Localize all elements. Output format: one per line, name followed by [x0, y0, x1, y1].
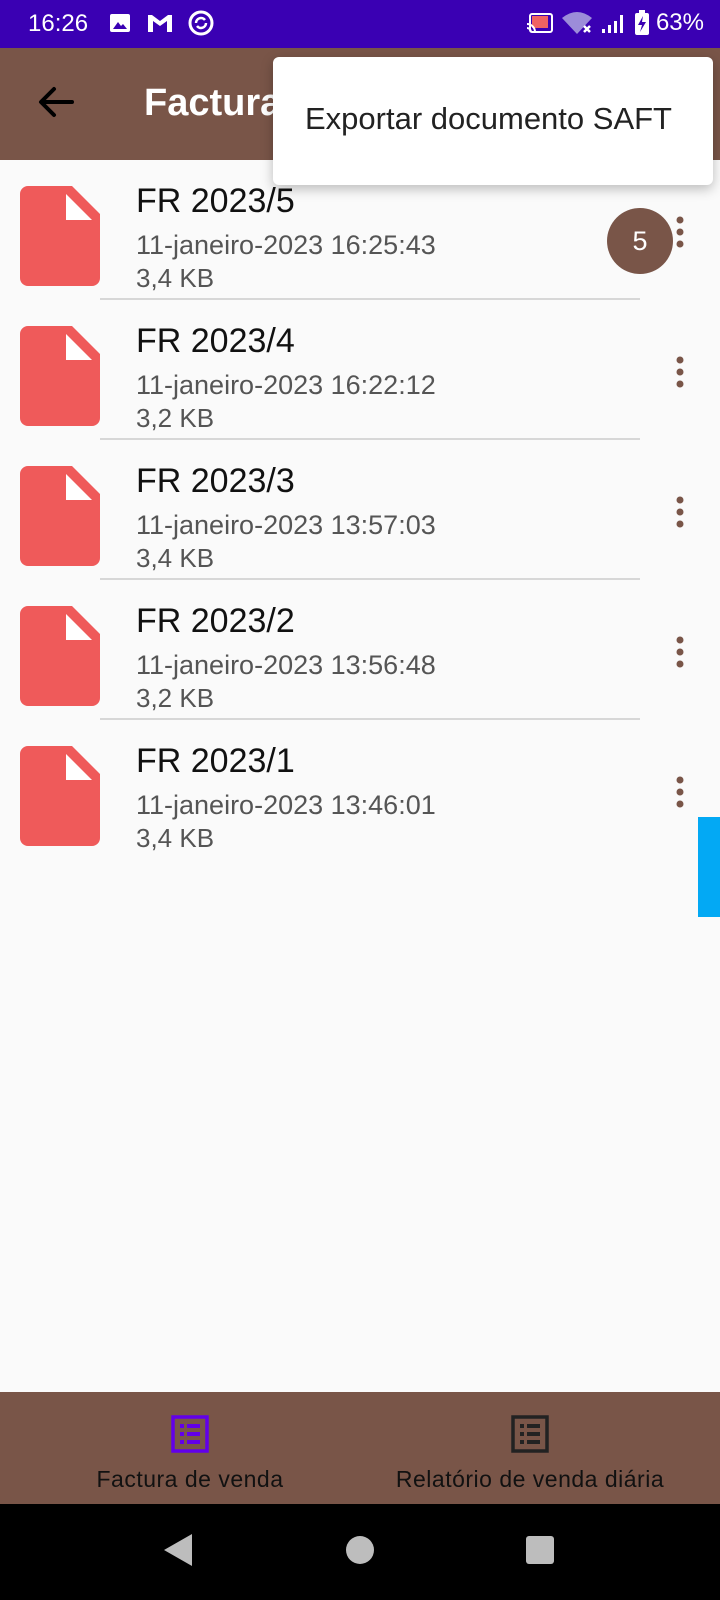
file-list: FR 2023/5 11-janeiro-2023 16:25:43 3,4 KB F… — [0, 160, 720, 860]
file-size: 3,4 KB — [136, 823, 215, 853]
file-name: FR 2023/3 — [136, 462, 295, 500]
back-triangle-icon[interactable] — [160, 1530, 196, 1570]
more-vert-icon[interactable] — [660, 352, 700, 392]
count-badge: 5 — [607, 208, 673, 274]
bottom-navigation: Factura de venda Relatório de venda diár… — [0, 1392, 720, 1504]
page-title: Factura — [144, 82, 282, 124]
file-name: FR 2023/2 — [136, 602, 295, 640]
status-bar: 16:26 63% — [0, 0, 720, 48]
nav-label: Relatório de venda diária — [395, 1466, 665, 1492]
file-date: 11-janeiro-2023 16:25:43 — [136, 230, 436, 260]
file-date: 11-janeiro-2023 13:46:01 — [136, 790, 436, 820]
more-vert-icon[interactable] — [660, 492, 700, 532]
file-row[interactable]: FR 2023/1 11-janeiro-2023 13:46:01 3,4 KB — [0, 720, 720, 860]
file-icon — [20, 606, 100, 706]
recents-square-icon[interactable] — [524, 1530, 556, 1570]
nav-label: Factura de venda — [96, 1466, 284, 1492]
status-time: 16:26 — [28, 10, 89, 37]
system-navigation-bar — [0, 1504, 720, 1600]
sync-icon — [188, 10, 214, 36]
file-size: 3,2 KB — [136, 403, 215, 433]
file-icon — [20, 186, 100, 286]
more-vert-icon[interactable] — [660, 772, 700, 812]
back-arrow-icon[interactable] — [32, 78, 80, 126]
file-icon — [20, 746, 100, 846]
file-icon — [20, 466, 100, 566]
file-name: FR 2023/5 — [136, 182, 295, 220]
scrollbar-handle[interactable] — [698, 817, 720, 917]
file-date: 11-janeiro-2023 16:22:12 — [136, 370, 436, 400]
file-row[interactable]: FR 2023/2 11-janeiro-2023 13:56:48 3,2 KB — [0, 580, 720, 720]
nav-item-relatorio-de-venda-diaria[interactable]: Relatório de venda diária — [350, 1392, 710, 1504]
nav-item-factura-de-venda[interactable]: Factura de venda — [10, 1392, 370, 1504]
file-icon — [20, 326, 100, 426]
file-size: 3,2 KB — [136, 683, 215, 713]
list-icon — [511, 1415, 549, 1453]
file-date: 11-janeiro-2023 13:57:03 — [136, 510, 436, 540]
gmail-icon — [148, 15, 172, 32]
file-row[interactable]: FR 2023/4 11-janeiro-2023 16:22:12 3,2 KB — [0, 300, 720, 440]
home-circle-icon[interactable] — [344, 1530, 376, 1570]
wifi-icon — [561, 12, 592, 34]
file-date: 11-janeiro-2023 13:56:48 — [136, 650, 436, 680]
cast-icon — [526, 13, 553, 33]
overflow-menu: Exportar documento SAFT — [273, 57, 713, 185]
more-vert-icon[interactable] — [660, 632, 700, 672]
file-name: FR 2023/1 — [136, 742, 295, 780]
image-icon — [110, 14, 130, 32]
file-row[interactable]: FR 2023/3 11-janeiro-2023 13:57:03 3,4 KB — [0, 440, 720, 580]
signal-icon — [601, 15, 623, 33]
list-icon — [171, 1415, 209, 1453]
menu-item-export-saft[interactable]: Exportar documento SAFT — [305, 101, 672, 137]
file-size: 3,4 KB — [136, 543, 215, 573]
battery-charging-icon — [634, 10, 649, 35]
file-name: FR 2023/4 — [136, 322, 295, 360]
battery-level: 63% — [655, 9, 704, 36]
file-size: 3,4 KB — [136, 263, 215, 293]
